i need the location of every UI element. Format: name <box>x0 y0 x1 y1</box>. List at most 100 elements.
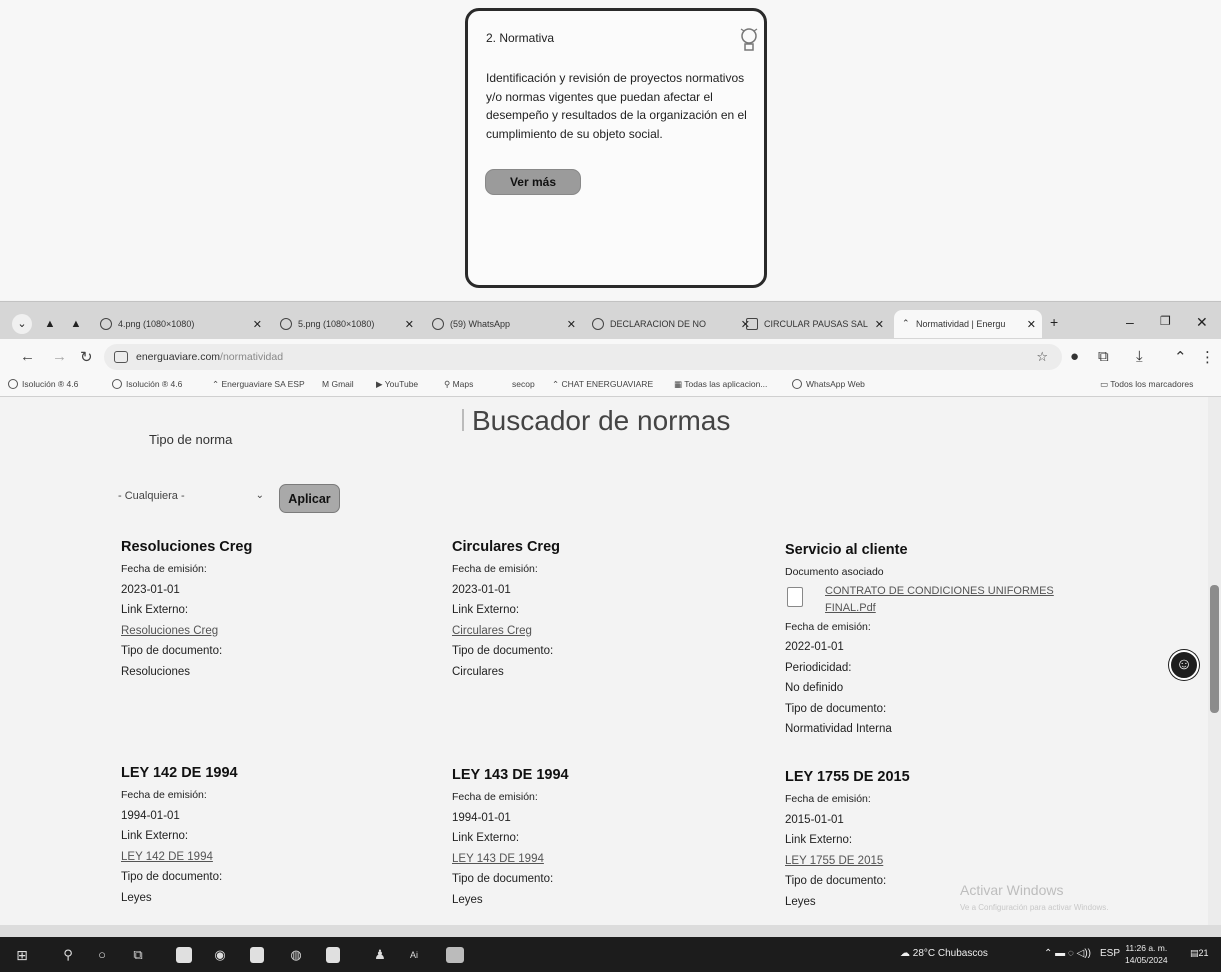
minimize-button[interactable]: – <box>1126 314 1134 330</box>
close-icon[interactable]: ✕ <box>253 318 262 331</box>
teams-icon[interactable]: ♟ <box>372 947 388 963</box>
tab-whatsapp[interactable]: (59) WhatsApp ✕ <box>424 310 582 338</box>
all-bookmarks[interactable]: ▭ Todos los marcadores <box>1100 379 1193 390</box>
tipo-value: Leyes <box>121 891 152 904</box>
entry-ley-1755: LEY 1755 DE 2015 Fecha de emisión: 2015-… <box>785 769 910 912</box>
apply-button[interactable]: Aplicar <box>279 484 340 513</box>
fecha-label: Fecha de emisión: <box>785 793 871 805</box>
menu-icon[interactable]: ⋮ <box>1200 348 1215 366</box>
close-icon[interactable]: ✕ <box>405 318 414 331</box>
tipo-label: Tipo de documento: <box>785 702 887 715</box>
reload-icon[interactable]: ↻ <box>80 348 93 366</box>
tipo-value: Circulares <box>452 665 504 678</box>
scrollbar-thumb[interactable] <box>1210 585 1219 713</box>
document-link-line2[interactable]: FINAL.Pdf <box>825 602 876 614</box>
lightbulb-icon <box>740 28 758 51</box>
tipo-value: Normatividad Interna <box>785 723 892 735</box>
entry-title: Servicio al cliente <box>785 542 908 558</box>
bookmark-maps[interactable]: ⚲ Maps <box>444 379 473 390</box>
whatsapp-icon <box>432 318 444 330</box>
tab-4png[interactable]: 4.png (1080×1080) ✕ <box>92 310 268 338</box>
page-title: Buscador de normas <box>462 405 730 437</box>
bookmark-youtube[interactable]: ▶ YouTube <box>376 379 418 390</box>
extensions-puzzle-icon[interactable]: ⧉ <box>1098 348 1109 365</box>
tipo-norma-select[interactable]: - Cualquiera - ⌄ <box>118 485 266 507</box>
excel-icon[interactable] <box>250 947 264 963</box>
file-explorer-icon[interactable] <box>176 947 192 963</box>
document-link[interactable]: CONTRATO DE CONDICIONES UNIFORMES FINAL.… <box>785 583 1054 617</box>
external-link[interactable]: Circulares Creg <box>452 625 532 637</box>
bookmark-apps[interactable]: ▦ Todas las aplicacion... <box>674 379 767 390</box>
bookmark-whatsapp[interactable]: WhatsApp Web <box>792 379 865 389</box>
forward-icon[interactable]: → <box>52 348 67 365</box>
fecha-label: Fecha de emisión: <box>121 789 207 801</box>
illustrator-icon[interactable]: Ai <box>406 947 422 963</box>
bookmark-isolucion-1[interactable]: Isolución ® 4.6 <box>8 379 78 389</box>
external-link[interactable]: LEY 142 DE 1994 <box>121 851 213 863</box>
tab-normatividad[interactable]: ⌃ Normatividad | Energu ✕ <box>894 310 1042 338</box>
site-info-icon[interactable] <box>114 351 128 363</box>
pinned-tab-2[interactable]: ▲ <box>66 314 86 334</box>
fecha-value: 1994-01-01 <box>121 809 180 822</box>
star-icon[interactable]: ☆ <box>1036 344 1048 370</box>
tab-search-button[interactable]: ⌄ <box>12 314 32 334</box>
edge-icon[interactable]: ◍ <box>288 947 304 963</box>
apps-icon: ▦ <box>674 379 685 389</box>
external-link[interactable]: Resoluciones Creg <box>121 625 218 637</box>
tab-5png[interactable]: 5.png (1080×1080) ✕ <box>272 310 420 338</box>
horizontal-scrollbar[interactable] <box>0 925 1221 937</box>
task-view-icon[interactable]: ⧉ <box>130 947 146 963</box>
activation-watermark-sub: Ve a Configuración para activar Windows. <box>960 903 1109 912</box>
external-link[interactable]: LEY 1755 DE 2015 <box>785 855 883 867</box>
document-link-line1[interactable]: CONTRATO DE CONDICIONES UNIFORMES <box>825 585 1054 597</box>
close-window-button[interactable]: ✕ <box>1196 314 1208 331</box>
whatsapp-icon <box>792 379 802 389</box>
language-indicator[interactable]: ESP <box>1100 948 1120 959</box>
external-link[interactable]: LEY 143 DE 1994 <box>452 853 544 865</box>
download-icon[interactable]: ⤓ <box>1136 348 1143 365</box>
close-icon[interactable]: ✕ <box>567 318 576 331</box>
chrome-icon[interactable]: ◉ <box>212 947 228 963</box>
ver-mas-button[interactable]: Ver más <box>485 169 581 195</box>
bookmark-isolucion-2[interactable]: Isolución ® 4.6 <box>112 379 182 389</box>
clock[interactable]: 11:26 a. m. 14/05/2024 <box>1125 942 1168 966</box>
file-icon <box>787 586 803 607</box>
bookmark-gmail[interactable]: M Gmail <box>322 379 354 389</box>
search-icon[interactable]: ⚲ <box>60 947 76 963</box>
tab-label: 5.png (1080×1080) <box>298 319 375 329</box>
tab-declaracion[interactable]: DECLARACION DE NO ✕ <box>584 310 756 338</box>
url-input[interactable]: energuaviare.com/normatividad ☆ <box>104 344 1062 370</box>
tray-icons[interactable]: ⌃ ▬ ◌ ◁)) <box>1044 948 1091 959</box>
cortana-icon[interactable]: ○ <box>94 947 110 963</box>
tab-circular[interactable]: CIRCULAR PAUSAS SAL ✕ <box>738 310 890 338</box>
profile-icon[interactable]: ⌃ <box>1174 348 1187 366</box>
tab-label: 4.png (1080×1080) <box>118 319 195 329</box>
tab-label: Normatividad | Energu <box>916 319 1006 329</box>
bookmark-chat[interactable]: ⌃ CHAT ENERGUAVIARE <box>552 379 653 390</box>
url-domain: energuaviare.com <box>136 351 221 363</box>
link-label: Link Externo: <box>785 834 853 846</box>
youtube-icon: ▶ <box>376 379 385 389</box>
extension-icon[interactable]: ● <box>1070 348 1079 365</box>
close-icon[interactable]: ✕ <box>875 318 884 331</box>
bookmark-secop[interactable]: secop <box>512 379 535 389</box>
pinned-tab-1[interactable]: ▲ <box>40 314 60 334</box>
globe-icon <box>592 318 604 330</box>
weather-widget[interactable]: ☁ 28°C Chubascos <box>900 948 988 959</box>
fecha-value: 2022-01-01 <box>785 641 844 653</box>
accessibility-icon[interactable]: ☺ <box>1169 650 1199 680</box>
maximize-button[interactable]: ❐ <box>1160 314 1171 328</box>
active-app-icon[interactable] <box>446 947 464 963</box>
card-title: 2. Normativa <box>486 31 555 45</box>
windows-start-icon[interactable]: ⊞ <box>14 947 30 963</box>
back-icon[interactable]: ← <box>20 348 35 365</box>
bookmark-energuaviare[interactable]: ⌃ Energuaviare SA ESP <box>212 379 305 390</box>
new-tab-button[interactable]: + <box>1050 314 1058 330</box>
notification-center[interactable]: ▤21 <box>1190 948 1209 959</box>
folder-icon: ▭ <box>1100 379 1111 389</box>
close-icon[interactable]: ✕ <box>1027 318 1036 331</box>
word-icon[interactable] <box>326 947 340 963</box>
tipo-value: Leyes <box>785 895 816 908</box>
entry-servicio-cliente: Servicio al cliente Documento asociado C… <box>785 542 1054 740</box>
entry-resoluciones-creg: Resoluciones Creg Fecha de emisión: 2023… <box>121 539 252 682</box>
